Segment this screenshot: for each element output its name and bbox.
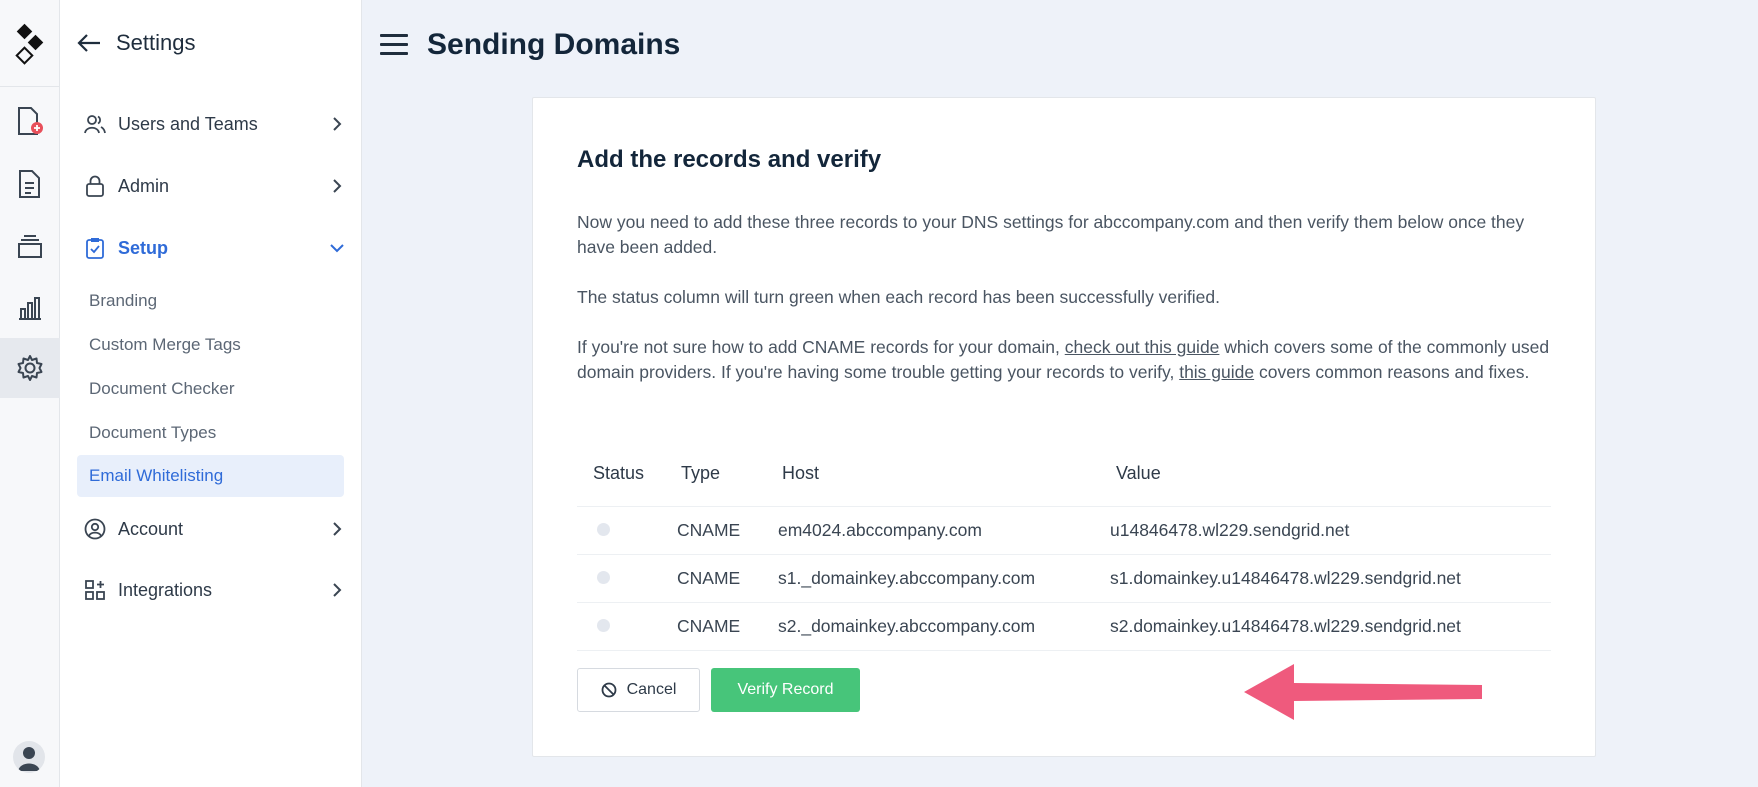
table-row: CNAME s2._domainkey.abccompany.com s2.do… bbox=[577, 602, 1551, 651]
column-header-type: Type bbox=[677, 442, 778, 507]
chevron-right-icon bbox=[333, 522, 342, 536]
chevron-right-icon bbox=[333, 583, 342, 597]
column-header-status: Status bbox=[577, 442, 677, 507]
sub-item-branding[interactable]: Branding bbox=[77, 280, 344, 322]
cancel-button[interactable]: Cancel bbox=[577, 668, 700, 712]
chevron-down-icon bbox=[330, 244, 344, 253]
sub-item-document-checker[interactable]: Document Checker bbox=[77, 368, 344, 410]
status-indicator bbox=[597, 618, 610, 632]
nav-label: Integrations bbox=[118, 579, 213, 600]
sub-item-email-whitelisting[interactable]: Email Whitelisting bbox=[77, 455, 344, 497]
cancel-label: Cancel bbox=[626, 681, 677, 698]
column-header-value: Value bbox=[1110, 442, 1551, 507]
help-paragraph: If you're not sure how to add CNAME reco… bbox=[577, 335, 1557, 385]
help-text: If you're not sure how to add CNAME reco… bbox=[577, 337, 1065, 357]
sub-item-document-types[interactable]: Document Types bbox=[77, 412, 344, 454]
settings-gear-icon[interactable] bbox=[0, 338, 60, 398]
record-host: em4024.abccompany.com bbox=[778, 506, 1110, 555]
hamburger-menu-icon[interactable] bbox=[380, 34, 408, 56]
table-row: CNAME s1._domainkey.abccompany.com s1.do… bbox=[577, 554, 1551, 603]
troubleshoot-guide-link[interactable]: this guide bbox=[1179, 362, 1254, 382]
nav-label: Account bbox=[118, 518, 184, 539]
record-host: s1._domainkey.abccompany.com bbox=[778, 554, 1110, 603]
nav-item-setup[interactable]: Setup bbox=[84, 230, 346, 266]
nav-label: Setup bbox=[118, 237, 169, 258]
settings-title: Settings bbox=[116, 30, 196, 55]
back-arrow-icon[interactable] bbox=[76, 32, 102, 54]
record-value: u14846478.wl229.sendgrid.net bbox=[1110, 506, 1551, 555]
status-note-paragraph: The status column will turn green when e… bbox=[577, 287, 1220, 307]
nav-item-account[interactable]: Account bbox=[84, 511, 346, 547]
record-type: CNAME bbox=[677, 554, 778, 603]
record-value: s1.domainkey.u14846478.wl229.sendgrid.ne… bbox=[1110, 554, 1551, 603]
verify-record-button[interactable]: Verify Record bbox=[711, 668, 860, 712]
settings-header: Settings bbox=[76, 30, 196, 56]
chevron-right-icon bbox=[333, 179, 342, 193]
record-type: CNAME bbox=[677, 506, 778, 555]
card-heading: Add the records and verify bbox=[577, 146, 882, 173]
users-icon bbox=[84, 113, 106, 135]
pointing-arrow-icon bbox=[1244, 664, 1482, 720]
dns-records-table: Status Type Host Value CNAME em4024.abcc… bbox=[577, 442, 1551, 651]
record-type: CNAME bbox=[677, 602, 778, 651]
rail-divider bbox=[0, 86, 60, 87]
cancel-circle-icon bbox=[601, 682, 616, 698]
instructions-paragraph: Now you need to add these three records … bbox=[577, 212, 1525, 257]
user-avatar[interactable] bbox=[13, 741, 45, 773]
status-indicator bbox=[597, 522, 610, 536]
nav-label: Admin bbox=[118, 175, 170, 196]
column-header-host: Host bbox=[778, 442, 1110, 507]
clipboard-check-icon bbox=[84, 237, 106, 259]
nav-item-users-and-teams[interactable]: Users and Teams bbox=[84, 106, 346, 142]
record-value: s2.domainkey.u14846478.wl229.sendgrid.ne… bbox=[1110, 602, 1551, 651]
settings-sidebar: Settings Users and Teams Admin Setup Bra… bbox=[60, 0, 362, 787]
verify-records-card: Add the records and verify Now you need … bbox=[532, 97, 1596, 757]
page-title: Sending Domains bbox=[427, 28, 681, 61]
integrations-grid-icon bbox=[84, 579, 106, 601]
main-content: Sending Domains Add the records and veri… bbox=[362, 0, 1758, 787]
help-text: covers common reasons and fixes. bbox=[1254, 362, 1530, 382]
status-indicator bbox=[597, 570, 610, 584]
icon-rail bbox=[0, 0, 60, 787]
nav-item-integrations[interactable]: Integrations bbox=[84, 572, 346, 608]
record-host: s2._domainkey.abccompany.com bbox=[778, 602, 1110, 651]
app-logo-icon[interactable] bbox=[10, 22, 50, 70]
lock-icon bbox=[84, 175, 106, 197]
chevron-right-icon bbox=[333, 117, 342, 131]
cname-guide-link[interactable]: check out this guide bbox=[1065, 337, 1220, 357]
analytics-chart-icon[interactable] bbox=[0, 278, 60, 338]
nav-item-admin[interactable]: Admin bbox=[84, 168, 346, 204]
table-header-row: Status Type Host Value bbox=[577, 442, 1551, 507]
table-row: CNAME em4024.abccompany.com u14846478.wl… bbox=[577, 506, 1551, 555]
sub-item-custom-merge-tags[interactable]: Custom Merge Tags bbox=[77, 324, 344, 366]
nav-label: Users and Teams bbox=[118, 113, 258, 134]
documents-icon[interactable] bbox=[0, 154, 60, 214]
user-circle-icon bbox=[84, 518, 106, 540]
library-stack-icon[interactable] bbox=[0, 216, 60, 276]
new-document-icon[interactable] bbox=[0, 92, 60, 152]
